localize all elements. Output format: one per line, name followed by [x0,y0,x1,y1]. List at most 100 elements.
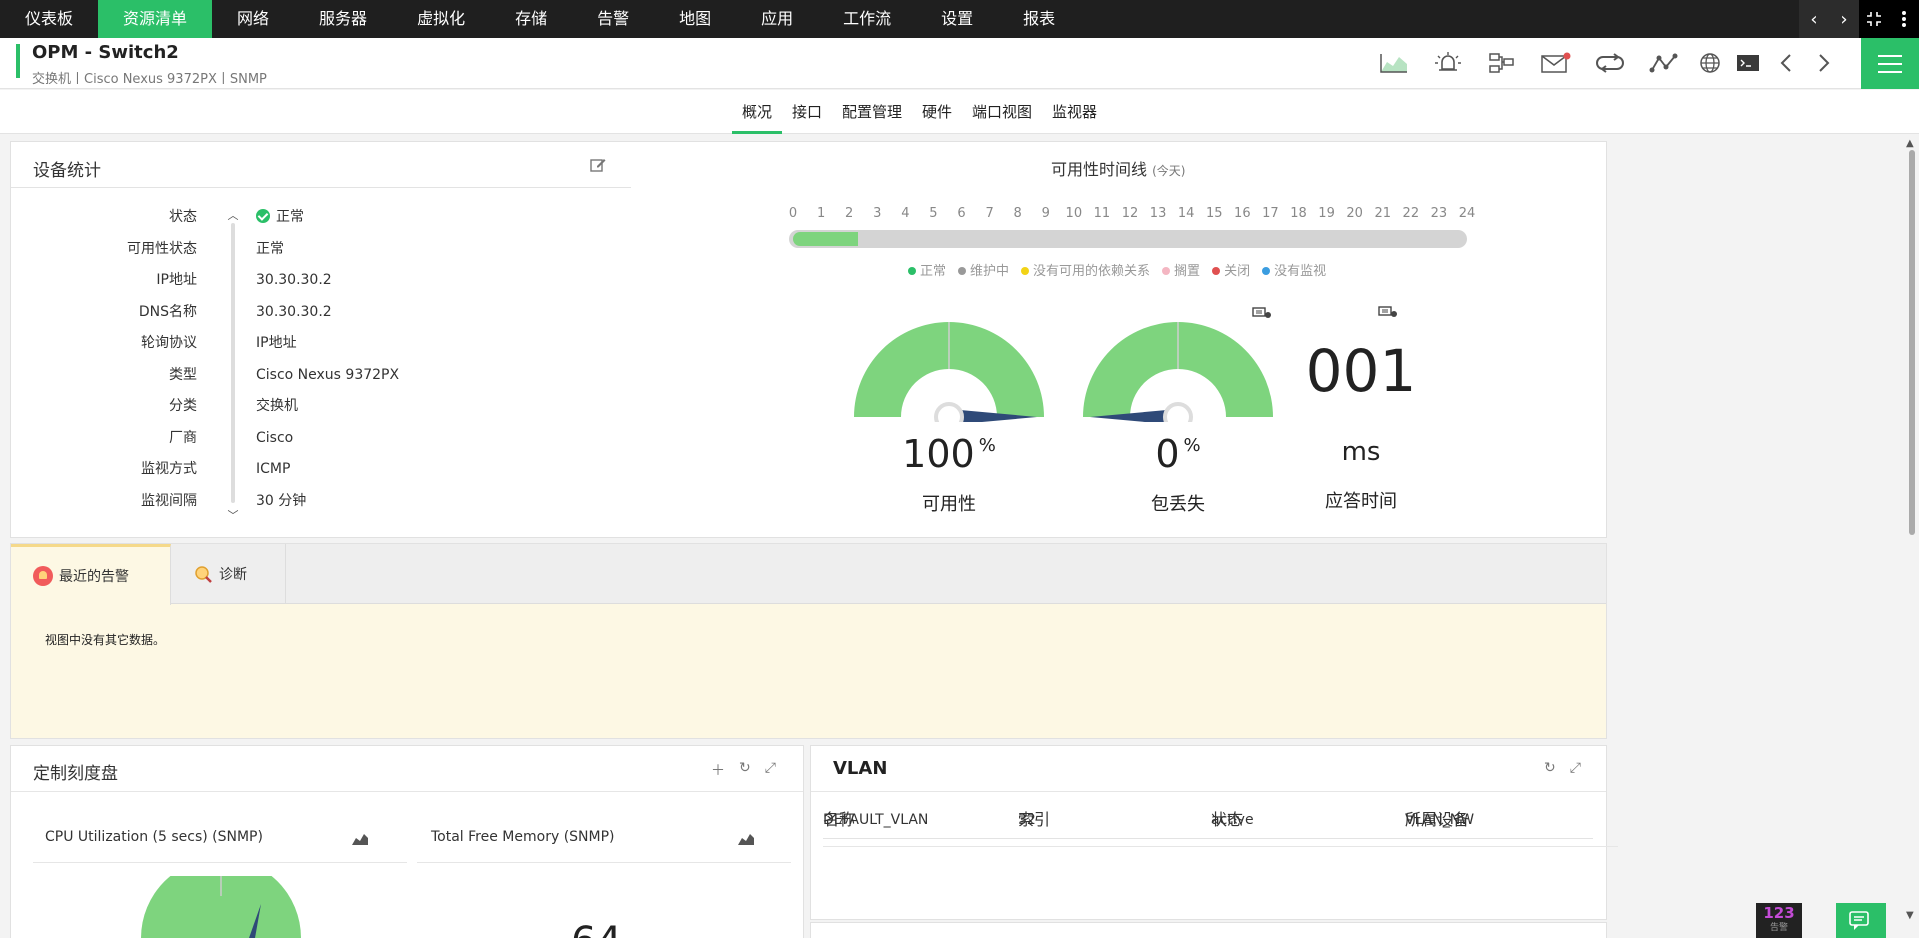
packet-loss-label: 包丢失 [1151,494,1205,515]
sync-icon[interactable] [1587,46,1633,80]
hamburger-menu-button[interactable] [1861,38,1919,89]
subtab-0[interactable]: 概况 [731,90,782,134]
stats-scrollbar[interactable]: ︿ ﹀ [226,207,240,527]
page-scrollbar[interactable]: ▲ ▼ [1905,138,1919,938]
scroll-down-icon[interactable]: ▼ [1906,910,1914,921]
subtab-4[interactable]: 端口视图 [962,90,1042,134]
legend-label: 搁置 [1174,264,1201,279]
legend-dot-icon [1162,267,1171,275]
scroll-thumb[interactable] [1909,150,1915,535]
nav-item-9[interactable]: 工作流 [818,0,916,38]
chat-button[interactable] [1836,903,1886,938]
memory-chart-icon[interactable] [737,830,755,846]
availability-period: (今天) [1152,164,1186,178]
sub-tabs: 概况 接口 配置管理 硬件 端口视图 监视器 [0,90,1919,134]
edit-icon[interactable] [589,156,607,174]
stat-value: Cisco Nexus 9372PX [256,366,400,383]
next-device-icon[interactable] [1809,46,1839,80]
nav-item-0[interactable]: 仪表板 [0,0,98,38]
device-toolbar [1371,46,1839,80]
timeline-hour: 17 [1262,206,1279,221]
stat-row: 监视间隔 30 分钟 [11,486,571,518]
tab-diagnosis[interactable]: 诊断 [171,544,286,604]
nav-item-8[interactable]: 应用 [736,0,818,38]
topology-icon[interactable] [1641,46,1687,80]
status-text: 正常 [276,209,304,225]
cpu-chart-icon[interactable] [351,830,369,846]
add-icon[interactable]: ＋ [711,760,725,780]
tab-recent-alarms[interactable]: 最近的告警 [11,544,171,605]
scroll-track[interactable] [231,223,235,503]
table-row[interactable]: DEFAULT_VLAN 32 active VLAN_NW [823,801,1593,839]
back-arrow-icon[interactable]: ‹ [1799,0,1829,38]
timeline-hour: 13 [1149,206,1167,221]
prev-device-icon[interactable] [1771,46,1801,80]
alarms-tabbar: 最近的告警 诊断 [11,544,1606,605]
memory-dial-value: 64 [571,912,622,938]
refresh-icon[interactable]: ↻ [739,760,751,780]
expand-icon[interactable]: ⤢ [765,760,776,780]
timeline-hours: 0 1 2 3 4 5 6 7 8 9 10 11 12 13 14 15 16 17 18 19 20 21 22 23 24 [789,206,1475,222]
stat-label: 可用性状态 [127,240,197,257]
timeline-hour: 5 [929,206,938,221]
timeline-up-segment[interactable] [793,232,858,246]
chat-icon [1849,910,1869,930]
legend-dot-icon [1021,267,1030,275]
terminal-icon[interactable] [1733,46,1763,80]
availability-timeline[interactable] [789,230,1467,248]
expand-icon[interactable]: ⤢ [1570,760,1581,776]
stat-row: 厂商 Cisco [11,423,571,455]
nav-item-7[interactable]: 地图 [654,0,736,38]
legend-item: 没有监视 [1262,260,1326,279]
timeline-hour: 23 [1430,206,1448,221]
packet-loss-report-icon[interactable] [1251,305,1273,319]
globe-icon[interactable] [1695,46,1725,80]
nav-item-3[interactable]: 服务器 [294,0,392,38]
subtab-5[interactable]: 监视器 [1042,90,1107,134]
cpu-dial-gauge [141,876,301,938]
device-stats-title: 设备统计 [33,161,101,181]
legend-label: 没有可用的依赖关系 [1033,264,1151,279]
subtab-1[interactable]: 接口 [782,90,832,134]
nav-item-2[interactable]: 网络 [212,0,294,38]
refresh-icon[interactable]: ↻ [1544,760,1556,776]
alarm-bell-icon[interactable] [1425,46,1471,80]
legend-dot-icon [908,267,916,275]
timeline-hour: 18 [1290,206,1307,221]
stat-row: 监视方式 ICMP [11,454,571,486]
legend-label: 没有监视 [1274,264,1327,279]
response-time-report-icon[interactable] [1377,304,1399,318]
subtab-2[interactable]: 配置管理 [832,90,912,134]
forward-arrow-icon[interactable]: › [1829,0,1859,38]
nav-item-1[interactable]: 资源清单 [98,0,213,38]
hamburger-icon [1878,54,1902,73]
alarms-panel: 最近的告警 诊断 视图中没有其它数据。 [10,543,1607,739]
timeline-hour: 22 [1402,206,1420,221]
collapse-icon[interactable] [1859,0,1889,38]
more-vertical-icon[interactable] [1889,0,1919,38]
stat-row: 轮询协议 IP地址 [11,328,571,360]
stat-value: ICMP [256,461,291,477]
scroll-up-icon[interactable]: ︿ [226,207,240,223]
nav-item-5[interactable]: 存储 [490,0,572,38]
nav-item-4[interactable]: 虚拟化 [392,0,490,38]
stat-value: 交换机 [256,398,298,414]
vlan-header: VLAN ↻ ⤢ [811,746,1606,792]
alarm-count-badge[interactable]: 123 告警 [1756,903,1802,938]
alarm-count-label: 告警 [1769,923,1788,933]
mail-icon[interactable] [1533,46,1579,80]
availability-title-text: 可用性时间线 [1051,160,1148,179]
network-map-icon[interactable] [1479,46,1525,80]
scroll-down-icon[interactable]: ﹀ [226,507,240,523]
scroll-up-icon[interactable]: ▲ [1906,138,1914,149]
stat-value: 30 分钟 [256,492,307,509]
legend-dot-icon [1262,267,1271,275]
response-time-label: 应答时间 [1325,491,1397,512]
vlan-title: VLAN [833,758,888,779]
timeline-hour: 16 [1234,206,1251,221]
nav-item-6[interactable]: 告警 [572,0,654,38]
nav-item-10[interactable]: 设置 [916,0,998,38]
graph-icon[interactable] [1371,46,1417,80]
subtab-3[interactable]: 硬件 [912,90,962,134]
nav-item-11[interactable]: 报表 [998,0,1080,38]
